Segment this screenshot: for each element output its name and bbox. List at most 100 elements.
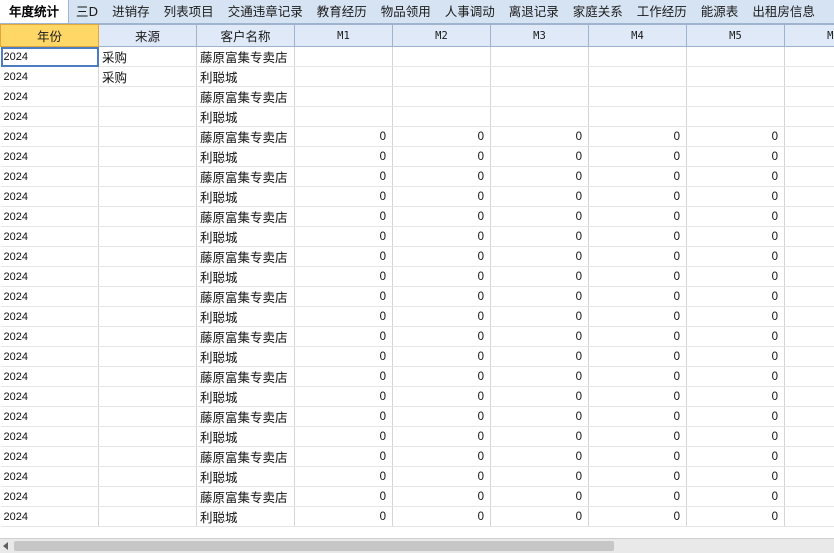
month-value-cell[interactable]: 0 (490, 326, 589, 347)
customer-cell[interactable]: 利聪城 (196, 146, 295, 167)
year-cell[interactable]: 2024 (0, 446, 99, 467)
sheet-tab[interactable]: 年度统计 (0, 0, 70, 23)
year-cell[interactable]: 2024 (0, 226, 99, 247)
source-cell[interactable] (98, 426, 197, 447)
sheet-tab[interactable]: 交通违章记录 (221, 0, 310, 23)
customer-cell[interactable]: 利聪城 (196, 66, 295, 87)
month-value-cell[interactable]: 0 (686, 406, 785, 427)
customer-cell[interactable]: 藤原富集专卖店 (196, 46, 295, 67)
month-value-cell[interactable]: 0 (588, 466, 687, 487)
source-cell[interactable] (98, 286, 197, 307)
customer-cell[interactable]: 藤原富集专卖店 (196, 486, 295, 507)
source-cell[interactable] (98, 126, 197, 147)
year-cell[interactable]: 2024 (0, 186, 99, 207)
month-value-cell[interactable]: 0 (392, 286, 491, 307)
month-value-cell[interactable]: 0 (392, 326, 491, 347)
year-cell[interactable]: 2024 (0, 106, 99, 127)
month-value-cell[interactable]: 0 (294, 366, 393, 387)
month-value-cell[interactable]: 0 (392, 366, 491, 387)
month-value-cell[interactable]: 0 (490, 486, 589, 507)
customer-cell[interactable]: 利聪城 (196, 306, 295, 327)
month-value-cell[interactable] (392, 46, 491, 67)
column-header[interactable]: M5 (686, 24, 785, 47)
month-value-cell[interactable] (784, 186, 834, 207)
month-value-cell[interactable]: 0 (294, 466, 393, 487)
month-value-cell[interactable]: 0 (294, 506, 393, 527)
month-value-cell[interactable] (784, 366, 834, 387)
source-cell[interactable] (98, 366, 197, 387)
month-value-cell[interactable]: 0 (686, 426, 785, 447)
month-value-cell[interactable]: 0 (490, 186, 589, 207)
year-cell[interactable]: 2024 (0, 386, 99, 407)
month-value-cell[interactable] (784, 106, 834, 127)
month-value-cell[interactable]: 0 (392, 166, 491, 187)
month-value-cell[interactable]: 0 (392, 506, 491, 527)
month-value-cell[interactable] (686, 46, 785, 67)
month-value-cell[interactable]: 0 (686, 186, 785, 207)
sheet-tab[interactable]: 离退记录 (502, 0, 566, 23)
month-value-cell[interactable]: 0 (490, 466, 589, 487)
sheet-tab[interactable]: 家庭关系 (566, 0, 630, 23)
month-value-cell[interactable] (686, 106, 785, 127)
month-value-cell[interactable] (784, 126, 834, 147)
source-cell[interactable] (98, 146, 197, 167)
customer-cell[interactable]: 利聪城 (196, 346, 295, 367)
month-value-cell[interactable] (490, 66, 589, 87)
source-cell[interactable] (98, 226, 197, 247)
month-value-cell[interactable]: 0 (686, 146, 785, 167)
customer-cell[interactable]: 藤原富集专卖店 (196, 286, 295, 307)
month-value-cell[interactable] (294, 106, 393, 127)
month-value-cell[interactable]: 0 (588, 486, 687, 507)
customer-cell[interactable]: 利聪城 (196, 426, 295, 447)
month-value-cell[interactable]: 0 (686, 346, 785, 367)
month-value-cell[interactable]: 0 (392, 466, 491, 487)
month-value-cell[interactable] (784, 406, 834, 427)
month-value-cell[interactable]: 0 (686, 466, 785, 487)
month-value-cell[interactable] (392, 86, 491, 107)
month-value-cell[interactable]: 0 (392, 346, 491, 367)
customer-cell[interactable]: 利聪城 (196, 386, 295, 407)
month-value-cell[interactable]: 0 (588, 246, 687, 267)
year-cell[interactable]: 2024 (0, 346, 99, 367)
month-value-cell[interactable]: 0 (686, 166, 785, 187)
month-value-cell[interactable] (784, 266, 834, 287)
month-value-cell[interactable]: 0 (490, 226, 589, 247)
sheet-tab[interactable]: 人事调动 (438, 0, 502, 23)
month-value-cell[interactable]: 0 (392, 206, 491, 227)
source-cell[interactable] (98, 346, 197, 367)
year-cell[interactable]: 2024 (0, 66, 99, 87)
month-value-cell[interactable]: 0 (392, 226, 491, 247)
month-value-cell[interactable]: 0 (588, 166, 687, 187)
month-value-cell[interactable]: 0 (588, 286, 687, 307)
month-value-cell[interactable]: 0 (588, 146, 687, 167)
sheet-tab[interactable]: 工作经历 (630, 0, 694, 23)
month-value-cell[interactable]: 0 (686, 246, 785, 267)
column-header[interactable]: M2 (392, 24, 491, 47)
month-value-cell[interactable]: 0 (490, 266, 589, 287)
month-value-cell[interactable]: 0 (490, 126, 589, 147)
month-value-cell[interactable]: 0 (686, 266, 785, 287)
customer-cell[interactable]: 藤原富集专卖店 (196, 166, 295, 187)
month-value-cell[interactable]: 0 (490, 146, 589, 167)
year-cell[interactable]: 2024 (0, 46, 99, 67)
month-value-cell[interactable]: 0 (294, 146, 393, 167)
month-value-cell[interactable]: 0 (588, 326, 687, 347)
source-cell[interactable] (98, 206, 197, 227)
year-cell[interactable]: 2024 (0, 126, 99, 147)
month-value-cell[interactable] (686, 86, 785, 107)
month-value-cell[interactable]: 0 (588, 386, 687, 407)
month-value-cell[interactable]: 0 (294, 246, 393, 267)
source-cell[interactable] (98, 406, 197, 427)
sheet-tab[interactable]: 出租房信息 (745, 0, 822, 23)
month-value-cell[interactable]: 0 (588, 206, 687, 227)
column-header[interactable]: M1 (294, 24, 393, 47)
month-value-cell[interactable] (784, 506, 834, 527)
column-header[interactable]: 来源 (98, 24, 197, 47)
month-value-cell[interactable]: 0 (686, 506, 785, 527)
month-value-cell[interactable] (784, 166, 834, 187)
month-value-cell[interactable]: 0 (294, 386, 393, 407)
source-cell[interactable] (98, 326, 197, 347)
month-value-cell[interactable]: 0 (392, 406, 491, 427)
month-value-cell[interactable] (294, 66, 393, 87)
month-value-cell[interactable]: 0 (294, 206, 393, 227)
